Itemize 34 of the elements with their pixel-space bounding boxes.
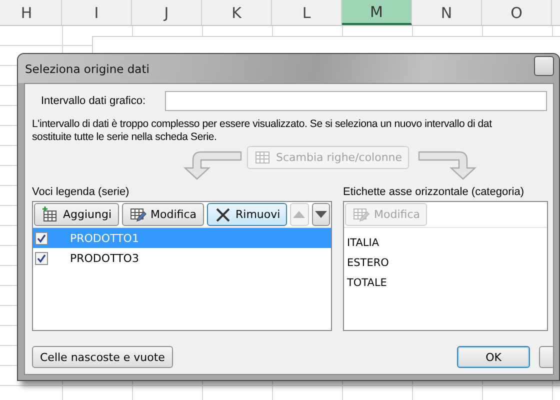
close-button[interactable] — [534, 56, 554, 76]
message-text: L'intervallo di dati è troppo complesso per essere visualizzato. Se si seleziona un nuovo intervallo di dat sostituite tutte le serie nella scheda Serie. — [32, 118, 493, 144]
column-header[interactable]: N — [412, 0, 482, 25]
edit-button[interactable]: Modifica — [122, 203, 204, 226]
table-swap-icon — [254, 148, 272, 166]
table-plus-icon — [41, 206, 59, 224]
window-title: Seleziona origine dati — [25, 62, 150, 76]
column-header[interactable]: I — [62, 0, 132, 25]
column-header[interactable]: M — [342, 0, 412, 25]
down-triangle-icon — [314, 211, 327, 218]
table-pencil-icon — [128, 206, 147, 224]
move-down-button[interactable] — [312, 203, 330, 226]
add-button[interactable]: Aggiungi — [34, 203, 119, 226]
section-heading: Etichette asse orizzontale (categoria) — [343, 186, 525, 200]
up-triangle-icon — [293, 211, 306, 218]
field-label: Intervallo dati grafico: — [40, 95, 147, 107]
column-header[interactable]: O — [482, 0, 552, 25]
dialog-button[interactable] — [539, 346, 553, 368]
hidden-empty-cells-button[interactable]: Celle nascoste e vuote — [32, 346, 173, 368]
checkbox[interactable] — [35, 232, 48, 244]
column-header[interactable]: H — [0, 0, 62, 25]
x-icon — [214, 206, 232, 224]
column-header[interactable]: J — [132, 0, 202, 25]
section-heading: Voci legenda (serie) — [32, 186, 130, 200]
series-list-item[interactable]: PRODOTTO3 — [33, 248, 331, 268]
remove-button[interactable]: Rimuovi — [206, 203, 288, 226]
category-list-item[interactable]: ESTERO — [344, 253, 547, 273]
ok-button[interactable]: OK — [457, 346, 530, 368]
table-pencil-icon — [352, 206, 370, 224]
checkbox[interactable] — [35, 252, 48, 264]
category-list-item[interactable]: ITALIA — [344, 233, 547, 253]
input-field[interactable] — [165, 91, 547, 111]
column-header[interactable]: K — [202, 0, 272, 25]
category-list-item[interactable]: TOTALE — [344, 273, 547, 293]
